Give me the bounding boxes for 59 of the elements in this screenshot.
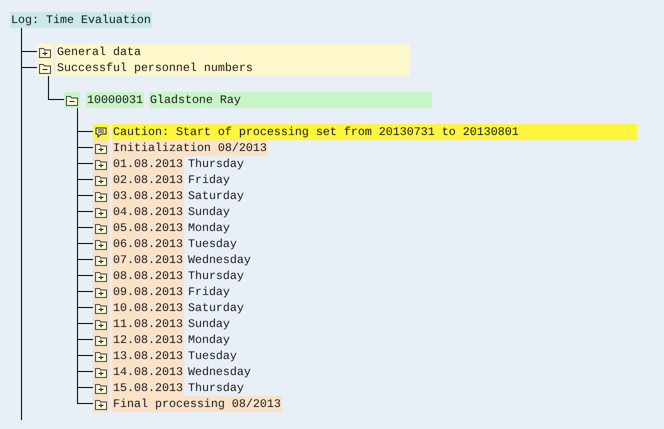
folder-plus-icon[interactable] xyxy=(95,366,107,378)
folder-plus-icon[interactable] xyxy=(95,238,107,250)
tree-node-label[interactable]: 06.08.2013 xyxy=(112,236,184,252)
tree-node-label[interactable]: 12.08.2013 xyxy=(112,332,184,348)
tree-node-label[interactable]: Monday xyxy=(184,332,231,348)
folder-plus-icon[interactable] xyxy=(95,350,107,362)
tree-node-label[interactable]: Caution: Start of processing set from 20130731 to 20130801 xyxy=(112,124,637,140)
tree-node-label[interactable]: 04.08.2013 xyxy=(112,204,184,220)
folder-plus-icon[interactable] xyxy=(95,158,107,170)
folder-minus-icon[interactable] xyxy=(39,62,51,74)
folder-plus-icon[interactable] xyxy=(95,142,107,154)
tree-node-label[interactable]: Monday xyxy=(184,220,231,236)
folder-plus-icon[interactable] xyxy=(95,302,107,314)
tree-node-label[interactable]: Saturday xyxy=(184,188,245,204)
tree-title: Log: Time Evaluation xyxy=(10,12,152,28)
folder-plus-icon[interactable] xyxy=(95,382,107,394)
folder-plus-icon[interactable] xyxy=(95,222,107,234)
tree-node-label[interactable]: General data xyxy=(56,44,410,60)
tree-node-label[interactable]: Tuesday xyxy=(184,236,238,252)
tree-node-label[interactable]: Saturday xyxy=(184,300,245,316)
tree-node-label[interactable]: 13.08.2013 xyxy=(112,348,184,364)
folder-minus-icon[interactable] xyxy=(66,94,78,106)
tree-node-label[interactable]: Friday xyxy=(184,284,231,300)
tree-node-label[interactable]: Final processing 08/2013 xyxy=(112,396,282,412)
tree-node-label[interactable]: 07.08.2013 xyxy=(112,252,184,268)
tree-node-label[interactable]: Wednesday xyxy=(184,252,252,268)
tree-node-label[interactable]: 05.08.2013 xyxy=(112,220,184,236)
folder-plus-icon[interactable] xyxy=(95,174,107,186)
tree-node-label[interactable]: 09.08.2013 xyxy=(112,284,184,300)
folder-plus-icon[interactable] xyxy=(39,46,51,58)
folder-plus-icon[interactable] xyxy=(95,398,107,410)
tree-node-label[interactable]: Thursday xyxy=(184,156,245,172)
tree-node-label[interactable]: 01.08.2013 xyxy=(112,156,184,172)
tree-node-label[interactable]: Thursday xyxy=(184,380,245,396)
tree-node-label[interactable]: Sunday xyxy=(184,204,231,220)
tree-node-label[interactable]: 03.08.2013 xyxy=(112,188,184,204)
tree-node-label[interactable]: 08.08.2013 xyxy=(112,268,184,284)
tree-node-label[interactable]: 14.08.2013 xyxy=(112,364,184,380)
tree-node-label[interactable]: Sunday xyxy=(184,316,231,332)
tree-node-label[interactable]: Successful personnel numbers xyxy=(56,60,410,76)
folder-plus-icon[interactable] xyxy=(95,318,107,330)
tree-node-label[interactable]: Wednesday xyxy=(184,364,252,380)
tree-node-label[interactable]: Initialization 08/2013 xyxy=(112,140,268,156)
personnel-number[interactable]: 10000031 xyxy=(86,92,144,108)
tree-node-label[interactable]: Thursday xyxy=(184,268,245,284)
tree-node-label[interactable]: 15.08.2013 xyxy=(112,380,184,396)
folder-plus-icon[interactable] xyxy=(95,190,107,202)
folder-plus-icon[interactable] xyxy=(95,254,107,266)
tree-node-label[interactable]: Friday xyxy=(184,172,231,188)
tree-node-label[interactable]: 02.08.2013 xyxy=(112,172,184,188)
folder-plus-icon[interactable] xyxy=(95,206,107,218)
folder-plus-icon[interactable] xyxy=(95,270,107,282)
folder-plus-icon[interactable] xyxy=(95,286,107,298)
message-icon[interactable] xyxy=(95,126,107,138)
tree-node-label[interactable]: Gladstone Ray xyxy=(148,92,432,108)
tree-node-label[interactable]: 10.08.2013 xyxy=(112,300,184,316)
folder-plus-icon[interactable] xyxy=(95,334,107,346)
tree-node-label[interactable]: Tuesday xyxy=(184,348,238,364)
tree-node-label[interactable]: 11.08.2013 xyxy=(112,316,184,332)
